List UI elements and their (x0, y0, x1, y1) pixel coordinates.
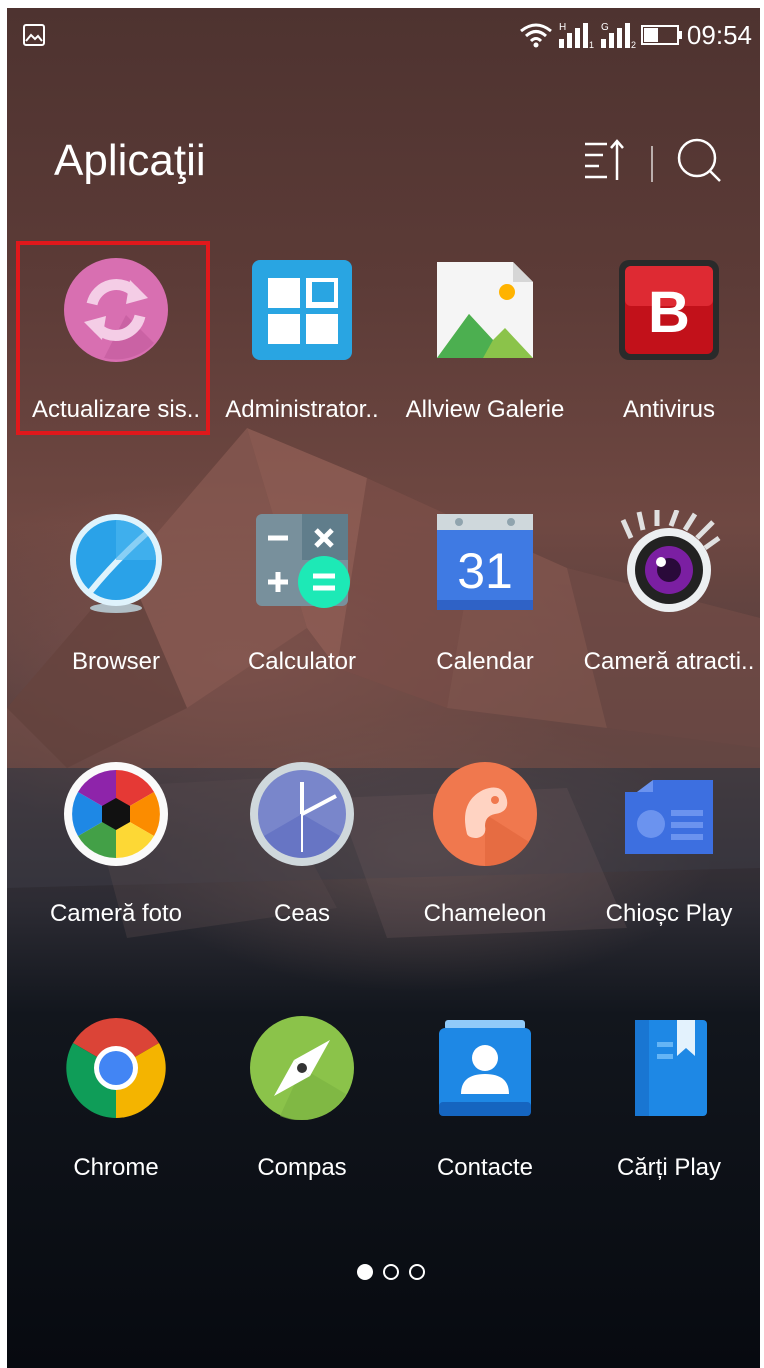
wifi-icon (519, 23, 552, 48)
app-browser[interactable]: Browser (23, 510, 209, 750)
clock-time: 09:54 (686, 20, 752, 50)
app-label: Cameră atracti.. (583, 648, 755, 675)
play-books-icon (635, 1020, 707, 1116)
app-label: Chioșc Play (605, 900, 733, 927)
signal-sim2-icon: G 2 (600, 22, 636, 49)
app-label: Cameră foto (49, 900, 183, 927)
svg-text:31: 31 (457, 543, 513, 599)
app-label: Contacte (436, 1154, 534, 1181)
app-label: Compas (257, 1154, 347, 1181)
app-contacts[interactable]: Contacte (392, 1016, 578, 1256)
play-kiosk-icon (625, 780, 713, 854)
app-label: Browser (71, 648, 161, 675)
app-camera[interactable]: Cameră foto (23, 762, 209, 1002)
chameleon-icon (433, 762, 537, 866)
attraction-camera-icon (620, 510, 721, 612)
app-label: Antivirus (622, 396, 716, 423)
contacts-icon (439, 1020, 531, 1116)
app-label: Allview Galerie (405, 396, 565, 423)
app-label: Chameleon (423, 900, 547, 927)
app-chameleon[interactable]: Chameleon (392, 762, 578, 1002)
svg-text:H: H (559, 22, 566, 33)
svg-text:G: G (601, 22, 609, 33)
app-label: Administrator.. (225, 396, 379, 423)
camera-icon (64, 762, 168, 866)
app-calendar[interactable]: 31 Calendar (392, 510, 578, 750)
app-administrator[interactable]: Administrator.. (209, 258, 395, 498)
battery-icon (640, 25, 682, 45)
header-divider (651, 146, 653, 182)
image-notification-icon (23, 24, 45, 46)
page-dot-active (357, 1264, 373, 1280)
svg-text:2: 2 (631, 40, 636, 49)
status-bar: H 1 G 2 09:54 (7, 8, 760, 66)
app-antivirus[interactable]: B Antivirus (576, 258, 760, 498)
browser-icon (70, 514, 162, 613)
compass-icon (250, 1016, 354, 1120)
calculator-icon (256, 514, 350, 608)
svg-text:1: 1 (589, 40, 594, 49)
app-attraction-camera[interactable]: Cameră atracti.. (576, 510, 760, 750)
calendar-icon: 31 (437, 514, 533, 610)
app-clock[interactable]: Ceas (209, 762, 395, 1002)
app-label: Chrome (73, 1154, 159, 1181)
sort-icon[interactable] (583, 138, 627, 184)
gallery-icon (437, 262, 533, 358)
app-compass[interactable]: Compas (209, 1016, 395, 1256)
search-icon[interactable] (675, 136, 723, 184)
home-screen: H 1 G 2 09:54 Aplicaţii Actualizare sis.… (7, 8, 760, 1368)
app-play-books[interactable]: Cărți Play (576, 1016, 760, 1256)
page-title: Aplicaţii (54, 136, 206, 185)
svg-text:B: B (648, 280, 690, 345)
signal-sim1-icon: H 1 (558, 22, 594, 49)
app-label: Calendar (436, 648, 534, 675)
antivirus-icon: B (619, 260, 719, 360)
app-label: Calculator (247, 648, 357, 675)
page-indicator[interactable] (355, 1262, 435, 1282)
app-allview-gallery[interactable]: Allview Galerie (392, 258, 578, 498)
clock-icon (250, 762, 354, 866)
administrator-icon (252, 260, 352, 360)
app-label: Ceas (273, 900, 331, 927)
page-dot (383, 1264, 399, 1280)
selection-highlight (16, 241, 210, 435)
app-label: Cărți Play (616, 1154, 722, 1181)
page-dot (409, 1264, 425, 1280)
app-play-kiosk[interactable]: Chioșc Play (576, 762, 760, 1002)
app-chrome[interactable]: Chrome (23, 1016, 209, 1256)
chrome-icon (66, 1018, 166, 1118)
app-calculator[interactable]: Calculator (209, 510, 395, 750)
